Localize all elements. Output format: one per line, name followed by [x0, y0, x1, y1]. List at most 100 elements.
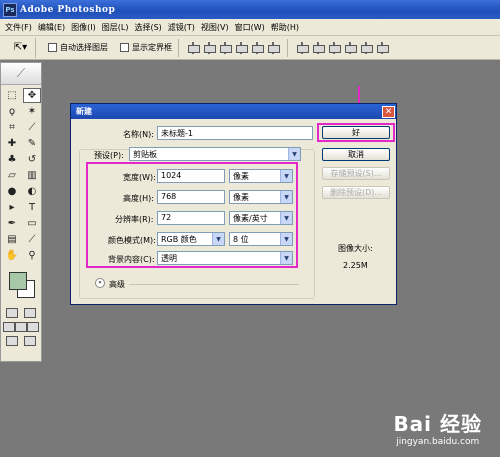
distribute-bottom-icon[interactable]: [328, 41, 341, 54]
distribute-buttons: [294, 41, 390, 54]
resolution-unit-select[interactable]: 像素/英寸 ▼: [229, 211, 293, 225]
zoom-tool-icon[interactable]: ⚲: [23, 248, 41, 263]
foreground-color-swatch[interactable]: [9, 272, 27, 290]
feather-logo-icon: ⟋: [1, 63, 41, 85]
history-brush-tool-icon[interactable]: ↺: [23, 152, 41, 167]
dodge-tool-icon[interactable]: ◐: [23, 184, 41, 199]
menu-filter[interactable]: 滤镜(T): [165, 22, 198, 33]
menu-file[interactable]: 文件(F): [2, 22, 35, 33]
width-field[interactable]: 1024: [157, 169, 225, 183]
align-top-icon[interactable]: [187, 41, 200, 54]
auto-select-label: 自动选择图层: [60, 43, 108, 52]
marquee-tool-icon[interactable]: ⬚: [3, 88, 21, 103]
menu-window[interactable]: 窗口(W): [232, 22, 268, 33]
eraser-tool-icon[interactable]: ▱: [3, 168, 21, 183]
blur-tool-icon[interactable]: ●: [3, 184, 21, 199]
toolbox: ⟋ ⬚ ✥ ϙ ✶ ⌗ ⟋ ✚ ✎ ♣ ↺ ▱ ▥ ● ◐ ▸ T ✒ ▭ ▤ …: [0, 62, 42, 362]
slice-tool-icon[interactable]: ⟋: [23, 120, 41, 135]
dialog-title-bar: 新建 ✕: [71, 104, 396, 119]
width-label: 宽度(W):: [123, 173, 156, 182]
standard-mode-icon[interactable]: [6, 308, 18, 318]
background-select[interactable]: 透明 ▼: [157, 251, 293, 265]
color-swatches: [3, 270, 39, 304]
height-field[interactable]: 768: [157, 190, 225, 204]
chevron-down-icon: ▼: [288, 148, 300, 160]
screen-mode-1-icon[interactable]: [3, 322, 15, 332]
color-mode-label: 颜色模式(M):: [108, 236, 156, 245]
menu-help[interactable]: 帮助(H): [268, 22, 302, 33]
distribute-hcenter-icon[interactable]: [360, 41, 373, 54]
distribute-top-icon[interactable]: [296, 41, 309, 54]
distribute-vcenter-icon[interactable]: [312, 41, 325, 54]
separator: [287, 38, 288, 57]
pen-tool-icon[interactable]: ✒: [3, 216, 21, 231]
expand-advanced-icon[interactable]: »: [95, 278, 105, 288]
save-preset-button[interactable]: 存储预设(S)...: [322, 167, 390, 180]
window-title: Adobe Photoshop: [20, 4, 116, 15]
distribute-left-icon[interactable]: [344, 41, 357, 54]
distribute-right-icon[interactable]: [376, 41, 389, 54]
align-vcenter-icon[interactable]: [203, 41, 216, 54]
crop-tool-icon[interactable]: ⌗: [3, 120, 21, 135]
show-bounds-checkbox[interactable]: 显示定界框: [120, 42, 172, 53]
align-hcenter-icon[interactable]: [251, 41, 264, 54]
checkbox-box[interactable]: [48, 43, 57, 52]
type-tool-icon[interactable]: T: [23, 200, 41, 215]
width-unit-select[interactable]: 像素 ▼: [229, 169, 293, 183]
ok-button[interactable]: 好: [322, 126, 390, 139]
move-tool-icon[interactable]: ✥: [23, 88, 41, 103]
image-size-value: 2.25M: [343, 261, 368, 270]
close-icon[interactable]: ✕: [382, 105, 395, 118]
quick-mask-icon[interactable]: [24, 308, 36, 318]
height-unit-select[interactable]: 像素 ▼: [229, 190, 293, 204]
watermark-url: jingyan.baidu.com: [396, 437, 480, 447]
hand-tool-icon[interactable]: ✋: [3, 248, 21, 263]
menu-select[interactable]: 选择(S): [131, 22, 164, 33]
screen-mode-2-icon[interactable]: [15, 322, 27, 332]
clone-stamp-tool-icon[interactable]: ♣: [3, 152, 21, 167]
magic-wand-tool-icon[interactable]: ✶: [23, 104, 41, 119]
menu-layer[interactable]: 图层(L): [99, 22, 132, 33]
new-document-dialog: 新建 ✕ 名称(N): 未标题-1 预设(P): 剪贴板 ▼ 宽度(W): 10…: [70, 103, 397, 305]
chevron-down-icon: ▼: [280, 212, 292, 224]
delete-preset-button[interactable]: 删除预设(D)...: [322, 186, 390, 199]
bit-depth-select[interactable]: 8 位 ▼: [229, 232, 293, 246]
menu-image[interactable]: 图像(I): [68, 22, 99, 33]
cancel-button[interactable]: 取消: [322, 148, 390, 161]
align-left-icon[interactable]: [235, 41, 248, 54]
align-buttons: [185, 41, 281, 54]
move-tool-icon: ⇱▾: [13, 42, 28, 53]
background-value: 透明: [161, 254, 177, 263]
lasso-tool-icon[interactable]: ϙ: [3, 104, 21, 119]
advanced-label: 高级: [109, 280, 125, 289]
tool-preset-picker[interactable]: ⇱▾: [6, 37, 36, 58]
gradient-tool-icon[interactable]: ▥: [23, 168, 41, 183]
title-bar: Ps Adobe Photoshop: [0, 0, 500, 19]
chevron-down-icon: ▼: [280, 170, 292, 182]
options-bar: ⇱▾ 自动选择图层 显示定界框: [0, 36, 500, 60]
mask-mode-buttons: [3, 308, 39, 318]
eyedropper-tool-icon[interactable]: ⟋: [23, 232, 41, 247]
healing-brush-tool-icon[interactable]: ✚: [3, 136, 21, 151]
resolution-field[interactable]: 72: [157, 211, 225, 225]
color-mode-select[interactable]: RGB 颜色 ▼: [157, 232, 225, 246]
preset-select[interactable]: 剪贴板 ▼: [129, 147, 301, 161]
watermark-logo: Bai 经验: [393, 412, 482, 436]
path-selection-tool-icon[interactable]: ▸: [3, 200, 21, 215]
align-right-icon[interactable]: [267, 41, 280, 54]
menu-view[interactable]: 视图(V): [198, 22, 232, 33]
brush-palette-icon[interactable]: [24, 336, 36, 346]
checkbox-box[interactable]: [120, 43, 129, 52]
chevron-down-icon: ▼: [280, 191, 292, 203]
height-label: 高度(H):: [123, 194, 154, 203]
name-field[interactable]: 未标题-1: [157, 126, 313, 140]
chevron-down-icon: ▼: [280, 252, 292, 264]
notes-tool-icon[interactable]: ▤: [3, 232, 21, 247]
screen-mode-3-icon[interactable]: [27, 322, 39, 332]
menu-edit[interactable]: 编辑(E): [35, 22, 68, 33]
shape-tool-icon[interactable]: ▭: [23, 216, 41, 231]
jump-to-imageready-icon[interactable]: [6, 336, 18, 346]
brush-tool-icon[interactable]: ✎: [23, 136, 41, 151]
align-bottom-icon[interactable]: [219, 41, 232, 54]
auto-select-checkbox[interactable]: 自动选择图层: [48, 42, 108, 53]
